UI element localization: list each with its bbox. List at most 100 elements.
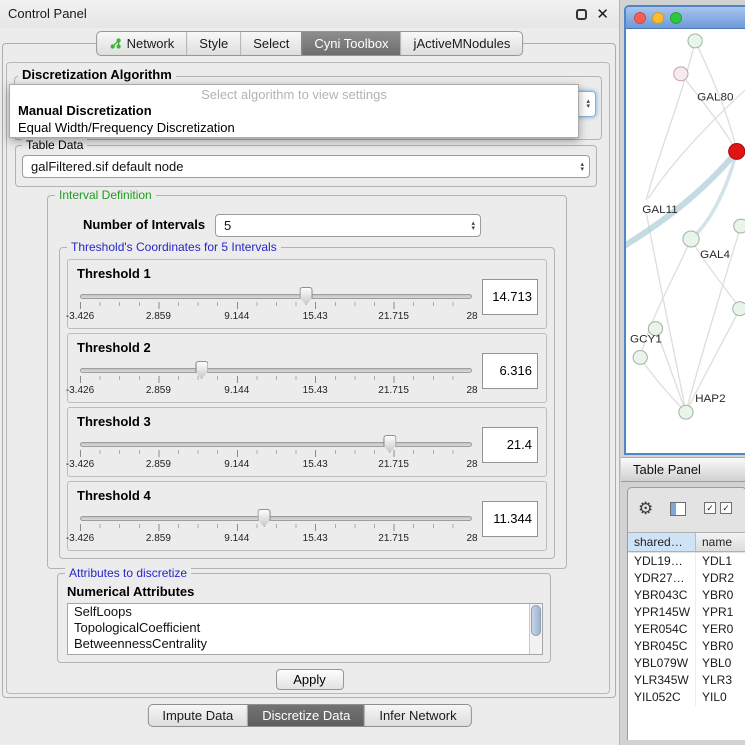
cell[interactable]: YLR345W bbox=[628, 672, 696, 689]
threshold-2-label: Threshold 2 bbox=[77, 340, 151, 355]
number-of-intervals-combobox[interactable]: 5 ▴▾ bbox=[215, 214, 481, 237]
node-label: GAL4 bbox=[700, 249, 730, 261]
table-row[interactable]: YDR27…YDR2 bbox=[628, 570, 745, 587]
threshold-2-box: Threshold 2 -3.426 2.859 9.144 15.43 21.… bbox=[67, 333, 547, 403]
close-icon[interactable]: ✕ bbox=[596, 5, 609, 23]
table-row[interactable]: YBL079WYBL0 bbox=[628, 655, 745, 672]
node[interactable] bbox=[679, 405, 693, 419]
slider-track[interactable] bbox=[80, 368, 472, 373]
node[interactable] bbox=[688, 34, 702, 48]
tab-label: Style bbox=[199, 36, 228, 51]
cell[interactable]: YBR045C bbox=[628, 638, 696, 655]
show-columns-icon[interactable] bbox=[670, 502, 686, 516]
algorithm-group-title: Discretization Algorithm bbox=[18, 67, 176, 82]
threshold-3-box: Threshold 3 -3.426 2.859 9.144 15.43 21.… bbox=[67, 407, 547, 477]
cell[interactable]: YBR0 bbox=[696, 638, 745, 655]
column-header-name[interactable]: name bbox=[696, 533, 745, 551]
cell[interactable]: YBR0 bbox=[696, 587, 745, 604]
network-window-titlebar[interactable] bbox=[626, 7, 745, 29]
node[interactable] bbox=[633, 350, 647, 364]
checkbox-select-all-icon[interactable]: ✓ bbox=[720, 502, 732, 514]
cell[interactable]: YER0 bbox=[696, 621, 745, 638]
cell[interactable]: YIL0 bbox=[696, 689, 745, 706]
scale-label: 2.859 bbox=[146, 311, 171, 322]
scale-label: -3.426 bbox=[66, 385, 94, 396]
node-label: GCY1 bbox=[630, 334, 662, 346]
close-traffic-light[interactable] bbox=[634, 12, 646, 24]
cell[interactable]: YIL052C bbox=[628, 689, 696, 706]
threshold-4-value-field[interactable]: 11.344 bbox=[482, 501, 538, 537]
cell[interactable]: YDR27… bbox=[628, 570, 696, 587]
threshold-4-slider[interactable]: -3.426 2.859 9.144 15.43 21.715 28 bbox=[80, 508, 472, 550]
list-scrollbar[interactable] bbox=[529, 604, 542, 654]
float-window-icon[interactable] bbox=[576, 9, 587, 20]
threshold-2-value-field[interactable]: 6.316 bbox=[482, 353, 538, 389]
table-row[interactable]: YBR045CYBR0 bbox=[628, 638, 745, 655]
tab-label: Network bbox=[127, 36, 175, 51]
tab-jactivemnodules[interactable]: jActiveMNodules bbox=[401, 32, 523, 55]
threshold-4-label: Threshold 4 bbox=[77, 488, 151, 503]
node-label: HAP2 bbox=[695, 393, 725, 405]
scale-label: 28 bbox=[466, 533, 477, 544]
zoom-traffic-light[interactable] bbox=[670, 12, 682, 24]
tab-impute-data[interactable]: Impute Data bbox=[148, 705, 247, 726]
tab-discretize-data[interactable]: Discretize Data bbox=[247, 705, 364, 726]
list-item[interactable]: TopologicalCoefficient bbox=[68, 620, 542, 636]
threshold-2-slider[interactable]: -3.426 2.859 9.144 15.43 21.715 28 bbox=[80, 360, 472, 402]
minimize-traffic-light[interactable] bbox=[652, 12, 664, 24]
network-canvas[interactable]: GAL80 GAL11 GAL4 GCY1 HAP2 bbox=[626, 29, 745, 453]
slider-major-ticks bbox=[80, 450, 472, 457]
network-icon bbox=[109, 37, 122, 50]
slider-track[interactable] bbox=[80, 516, 472, 521]
table-row[interactable]: YPR145WYPR1 bbox=[628, 604, 745, 621]
table-row[interactable]: YDL19…YDL1 bbox=[628, 553, 745, 570]
node[interactable] bbox=[683, 231, 699, 247]
checkbox-select-icon[interactable]: ✓ bbox=[704, 502, 716, 514]
cell[interactable]: YBL079W bbox=[628, 655, 696, 672]
node[interactable] bbox=[734, 219, 745, 233]
apply-button[interactable]: Apply bbox=[276, 669, 344, 690]
cell[interactable]: YER054C bbox=[628, 621, 696, 638]
node[interactable] bbox=[733, 302, 745, 316]
dropdown-option-manual[interactable]: Manual Discretization bbox=[18, 103, 152, 118]
slider-track[interactable] bbox=[80, 442, 472, 447]
tab-cyni-toolbox[interactable]: Cyni Toolbox bbox=[301, 32, 400, 55]
table-panel-window: ⚙ ✓ ✓ shared… name YDL19…YDL1 YDR27…YDR2… bbox=[627, 487, 745, 740]
slider-track[interactable] bbox=[80, 294, 472, 299]
cell[interactable]: YPR145W bbox=[628, 604, 696, 621]
node[interactable] bbox=[674, 67, 688, 81]
table-row[interactable]: YBR043CYBR0 bbox=[628, 587, 745, 604]
threshold-1-slider[interactable]: -3.426 2.859 9.144 15.43 21.715 28 bbox=[80, 286, 472, 328]
table-data-combobox[interactable]: galFiltered.sif default node ▴▾ bbox=[22, 155, 590, 178]
list-item[interactable]: SelfLoops bbox=[68, 604, 542, 620]
table-rows: YDL19…YDL1 YDR27…YDR2 YBR043CYBR0 YPR145… bbox=[628, 553, 745, 740]
cell[interactable]: YBR043C bbox=[628, 587, 696, 604]
tab-style[interactable]: Style bbox=[186, 32, 240, 55]
threshold-1-label: Threshold 1 bbox=[77, 266, 151, 281]
table-panel-header[interactable]: Table Panel bbox=[621, 457, 745, 482]
cell[interactable]: YBL0 bbox=[696, 655, 745, 672]
slider-scale-labels: -3.426 2.859 9.144 15.43 21.715 28 bbox=[80, 459, 472, 471]
cell[interactable]: YDR2 bbox=[696, 570, 745, 587]
table-row[interactable]: YIL052CYIL0 bbox=[628, 689, 745, 706]
threshold-3-slider[interactable]: -3.426 2.859 9.144 15.43 21.715 28 bbox=[80, 434, 472, 476]
selected-node[interactable] bbox=[729, 143, 745, 159]
stepper-icon: ▴▾ bbox=[586, 99, 590, 109]
scrollbar-thumb[interactable] bbox=[531, 605, 541, 636]
table-row[interactable]: YLR345WYLR3 bbox=[628, 672, 745, 689]
column-header-shared-name[interactable]: shared… bbox=[628, 533, 696, 551]
threshold-3-value-field[interactable]: 21.4 bbox=[482, 427, 538, 463]
cell[interactable]: YDL1 bbox=[696, 553, 745, 570]
tab-infer-network[interactable]: Infer Network bbox=[364, 705, 470, 726]
cell[interactable]: YDL19… bbox=[628, 553, 696, 570]
list-item[interactable]: BetweennessCentrality bbox=[68, 636, 542, 652]
cell[interactable]: YLR3 bbox=[696, 672, 745, 689]
cell[interactable]: YPR1 bbox=[696, 604, 745, 621]
gear-icon[interactable]: ⚙ bbox=[638, 499, 653, 519]
table-header-row: shared… name bbox=[628, 532, 745, 552]
tab-network[interactable]: Network bbox=[97, 32, 187, 55]
tab-select[interactable]: Select bbox=[240, 32, 301, 55]
dropdown-option-equal-width[interactable]: Equal Width/Frequency Discretization bbox=[18, 120, 235, 135]
threshold-1-value-field[interactable]: 14.713 bbox=[482, 279, 538, 315]
table-row[interactable]: YER054CYER0 bbox=[628, 621, 745, 638]
